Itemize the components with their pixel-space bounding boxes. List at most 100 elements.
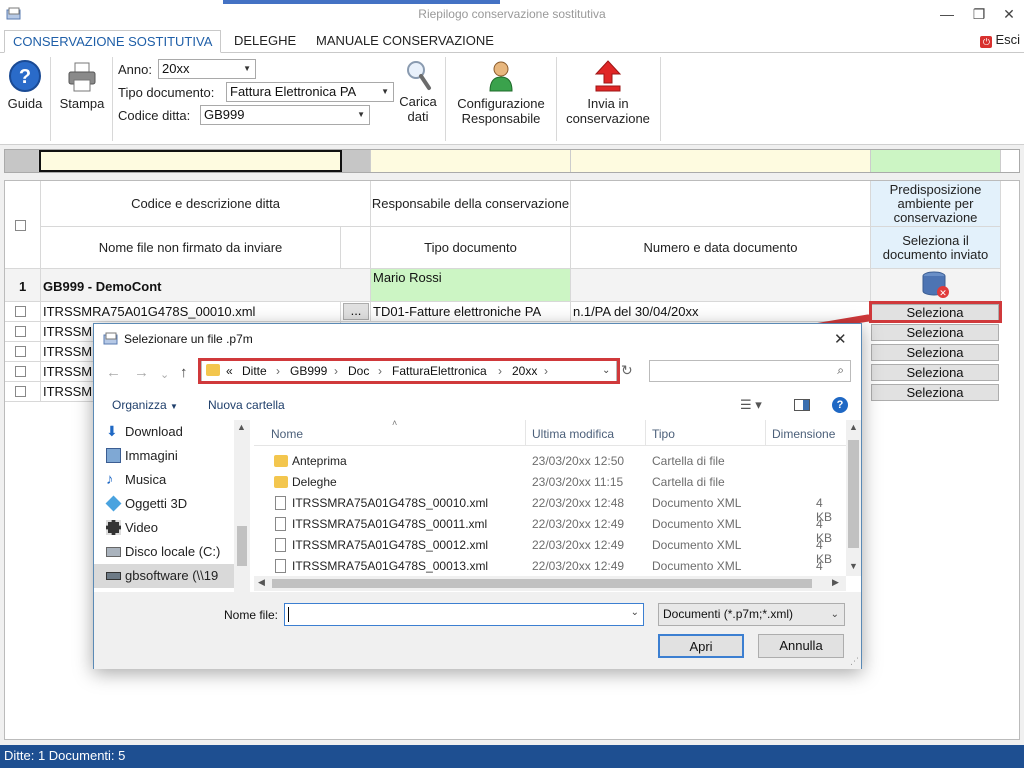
filter-input-ditta[interactable] [39,150,342,172]
dialog-close-button[interactable]: ✕ [834,330,847,348]
up-arrow-icon[interactable]: ↑ [180,364,188,381]
header-responsabile[interactable]: Responsabile della conservazione [371,181,571,227]
stampa-button[interactable]: Stampa [55,61,109,111]
row-tipo[interactable]: TD01-Fatture elettroniche PA [371,302,571,322]
seleziona-button[interactable]: Seleziona [871,364,999,381]
row-checkbox[interactable] [15,346,26,357]
restore-button[interactable]: ❐ [964,4,994,24]
file-list-vscrollbar[interactable]: ▲ ▼ [846,420,861,576]
file-row-anteprima[interactable]: Anteprima 23/03/20xx 12:50 Cartella di f… [254,451,830,472]
seleziona-button[interactable]: Seleziona [871,344,999,361]
sidebar-item-gbsoftware[interactable]: gbsoftware (\\19 [94,564,234,588]
header-tipo-documento[interactable]: Tipo documento [371,227,571,269]
carica-dati-button[interactable]: Carica dati [396,59,440,124]
tab-conservazione-sostitutiva[interactable]: CONSERVAZIONE SOSTITUTIVA [4,30,222,53]
chevron-down-icon[interactable]: ⌄ [631,607,639,618]
column-tipo-cell[interactable]: Tipo [646,420,766,446]
file-row-xml-00011[interactable]: ITRSSMRA75A01G478S_00011.xml 22/03/20xx … [254,514,832,545]
breadcrumb-ditte[interactable]: Ditte [242,361,267,381]
document-icon [275,496,286,510]
select-all-checkbox[interactable] [15,220,26,231]
file-list-hscrollbar[interactable]: ◀ ▶ [254,576,846,591]
header-predisposizione[interactable]: Predisposizione ambiente per conservazio… [871,181,1001,227]
configurazione-responsabile-button[interactable]: Configurazione Responsabile [450,59,552,126]
back-arrow-icon[interactable]: ← [106,364,121,381]
sidebar-item-oggetti-3d[interactable]: Oggetti 3D [94,492,234,516]
file-type: Documento XML [652,517,742,531]
minimize-button[interactable]: — [932,4,962,24]
breadcrumb-doc[interactable]: Doc [348,361,369,381]
header-empty [571,181,871,227]
file-type-filter-select[interactable]: Documenti (*.p7m;*.xml) ⌄ [658,603,845,626]
file-row-deleghe[interactable]: Deleghe 23/03/20xx 11:15 Cartella di fil… [254,472,830,493]
forward-arrow-icon[interactable]: → [134,364,149,381]
sidebar-label: Musica [125,472,167,487]
resize-grip-icon[interactable]: ⋰ [850,656,859,667]
group-ditta[interactable]: GB999 - DemoCont [41,269,371,302]
column-modifica-cell[interactable]: Ultima modifica [526,420,646,446]
header-numero-data[interactable]: Numero e data documento [571,227,871,269]
nome-file-input[interactable]: ⌄ [284,603,644,626]
breadcrumb-gb999[interactable]: GB999 [290,361,327,381]
group-responsabile[interactable]: Mario Rossi [371,269,571,302]
close-button[interactable]: ✕ [994,4,1024,24]
column-nome-cell[interactable]: ˄ Nome [254,418,526,446]
file-row-xml-00013[interactable]: ITRSSMRA75A01G478S_00013.xml 22/03/20xx … [254,556,832,575]
refresh-icon[interactable]: ↻ [621,362,633,379]
file-row-xml-00010[interactable]: ITRSSMRA75A01G478S_00010.xml 22/03/20xx … [254,493,832,524]
column-dimensione-cell[interactable]: Dimensione [766,420,846,446]
row-checkbox[interactable] [15,326,26,337]
seleziona-button[interactable]: Seleziona [871,384,999,401]
header-nome-file[interactable]: Nome file non firmato da inviare [41,227,341,269]
breadcrumb-year[interactable]: 20xx [512,361,537,381]
row-checkbox-cell [5,302,41,322]
group-predisposizione[interactable]: ✕ [871,269,1001,302]
help-icon[interactable]: ? [832,397,848,413]
preview-pane-icon[interactable] [794,399,810,411]
apri-button[interactable]: Apri [658,634,744,658]
printer-icon [68,62,96,92]
address-bar[interactable]: « Ditte › GB999 › Doc › FatturaElettroni… [201,360,617,382]
breadcrumb-back[interactable]: « [226,361,233,381]
view-options-icon[interactable]: ☰ ▾ [740,397,762,413]
group-number: 1 [5,269,41,302]
browse-button[interactable]: ... [343,303,369,320]
guida-button[interactable]: ? Guida [4,59,46,111]
row-file[interactable]: ITRSSMRA75A01G478S_00010.xml [41,302,341,322]
search-input[interactable]: ⌕ [649,360,851,382]
seleziona-button[interactable]: Seleziona [871,304,999,321]
tipo-documento-select[interactable]: Fattura Elettronica PA ▼ [226,82,394,102]
filter-input-responsabile[interactable] [371,150,571,172]
exit-button[interactable]: ⏻ Esci [980,32,1020,48]
filter-input-predisposizione[interactable] [871,150,1001,172]
nuova-cartella-button[interactable]: Nuova cartella [208,398,285,412]
sidebar-item-download[interactable]: ⬇ Download [94,420,234,444]
sidebar-scrollbar[interactable]: ▲ [234,420,250,592]
sidebar-item-video[interactable]: Video [94,516,234,540]
seleziona-button[interactable]: Seleziona [871,324,999,341]
address-dropdown-icon[interactable]: ⌄ [602,361,610,381]
file-row-xml-00012[interactable]: ITRSSMRA75A01G478S_00012.xml 22/03/20xx … [254,535,832,566]
annulla-button[interactable]: Annulla [758,634,844,658]
breadcrumb-fattura[interactable]: FatturaElettronica [392,361,487,381]
filter-input-numero[interactable] [571,150,871,172]
history-chevron-icon[interactable]: ⌄ [160,368,169,381]
organizza-button[interactable]: Organizza ▼ [112,398,178,412]
sidebar-item-immagini[interactable]: Immagini [94,444,234,468]
row-checkbox[interactable] [15,366,26,377]
codice-ditta-select[interactable]: GB999 ▼ [200,105,370,125]
images-icon [106,448,121,463]
header-seleziona[interactable]: Seleziona il documento inviato [871,227,1001,269]
anno-select[interactable]: 20xx ▼ [158,59,256,79]
tab-manuale-conservazione[interactable]: MANUALE CONSERVAZIONE [308,30,502,53]
invia-label-2: conservazione [566,111,650,126]
sidebar-item-disco-locale[interactable]: Disco locale (C:) [94,540,234,564]
row-checkbox[interactable] [15,306,26,317]
row-checkbox[interactable] [15,386,26,397]
invia-conservazione-button[interactable]: Invia in conservazione [560,59,656,126]
network-drive-icon [106,572,121,580]
sidebar-label: Oggetti 3D [125,496,188,511]
tab-deleghe[interactable]: DELEGHE [226,30,304,53]
header-codice-ditta[interactable]: Codice e descrizione ditta [41,181,371,227]
sidebar-item-musica[interactable]: ♪ Musica [94,468,234,492]
